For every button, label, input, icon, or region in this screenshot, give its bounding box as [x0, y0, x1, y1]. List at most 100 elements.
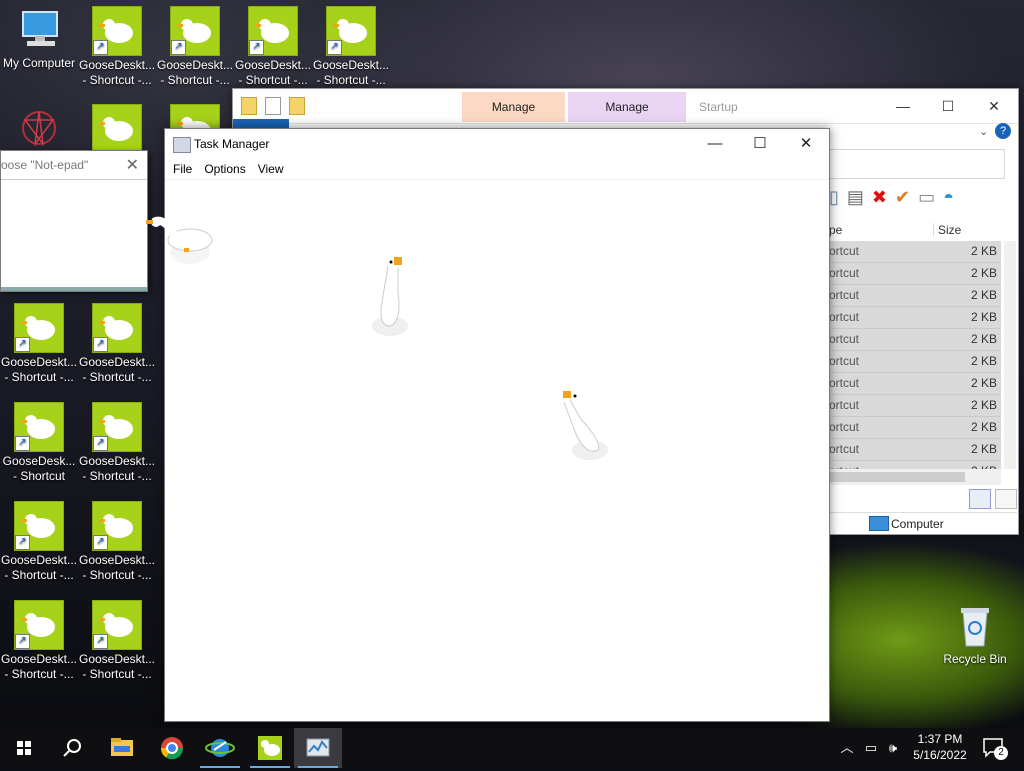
task-manager-titlebar[interactable]: Task Manager — ☐ ✕: [165, 129, 829, 159]
vertical-scrollbar[interactable]: [1004, 241, 1016, 469]
delete-icon[interactable]: ✖: [872, 187, 887, 208]
item-size: 2 KB: [970, 310, 997, 324]
list-item[interactable]: ortcut 2 KB: [829, 439, 1001, 461]
goose-shortcut-label: GooseDeskt... - Shortcut -...: [0, 652, 78, 681]
goose-shortcut-label: GooseDeskt... - Shortcut -...: [156, 58, 234, 87]
goose-shortcut[interactable]: ↗ GooseDeskt... - Shortcut -...: [0, 303, 78, 391]
goose-shortcut[interactable]: ↗ GooseDeskt... - Shortcut -...: [0, 501, 78, 589]
shortcut-arrow-icon: ↗: [327, 40, 342, 55]
item-size: 2 KB: [970, 288, 997, 302]
goose-shortcut-label: GooseDeskt... - Shortcut -...: [78, 58, 156, 87]
item-type: ortcut: [829, 288, 860, 302]
goose-icon: [92, 104, 142, 154]
view-toggle: [969, 489, 1017, 509]
tab-startup[interactable]: Startup: [699, 92, 738, 122]
scrollbar-thumb[interactable]: [829, 472, 965, 482]
goose-shortcut[interactable]: ↗ GooseDeskt... - Shortcut -...: [78, 600, 156, 688]
item-size: 2 KB: [970, 266, 997, 280]
navigation-location: Computer: [829, 512, 1017, 535]
windows-start-icon: [17, 741, 31, 755]
location-label[interactable]: Computer: [891, 517, 944, 531]
recycle-bin-icon: [951, 602, 999, 650]
search-input[interactable]: [829, 149, 1005, 179]
list-item[interactable]: ortcut 2 KB: [829, 373, 1001, 395]
menu-options[interactable]: Options: [198, 159, 251, 179]
taskbar-goose-desktop[interactable]: [246, 728, 294, 768]
volume-icon[interactable]: 🕪: [883, 728, 903, 768]
rename-icon[interactable]: ▭: [918, 187, 935, 208]
list-item[interactable]: ortcut 2 KB: [829, 351, 1001, 373]
task-manager-window[interactable]: Task Manager — ☐ ✕ File Options View: [164, 128, 830, 722]
list-item[interactable]: ortcut 2 KB: [829, 241, 1001, 263]
menu-file[interactable]: File: [167, 159, 198, 179]
search-button[interactable]: [48, 728, 96, 768]
folder-icon[interactable]: [241, 97, 257, 115]
taskbar-file-explorer[interactable]: [98, 728, 146, 768]
quick-access-toolbar: [241, 97, 321, 115]
help-icon[interactable]: ?: [995, 123, 1011, 139]
close-button[interactable]: ✕: [783, 129, 829, 159]
minimize-button[interactable]: —: [880, 92, 926, 120]
list-item[interactable]: ortcut 2 KB: [829, 395, 1001, 417]
computer-icon: [15, 6, 63, 54]
properties-icon[interactable]: [265, 97, 281, 115]
goose-shortcut[interactable]: ↗ GooseDeskt... - Shortcut -...: [156, 6, 234, 94]
goose-icon: ↗: [248, 6, 298, 56]
taskbar-chrome[interactable]: [148, 728, 196, 768]
taskbar-task-manager[interactable]: [294, 728, 342, 768]
goose-shortcut[interactable]: ↗ GooseDeskt... - Shortcut -...: [78, 402, 156, 490]
recycle-bin-shortcut[interactable]: Recycle Bin: [936, 602, 1014, 690]
details-view-icon[interactable]: [969, 489, 991, 509]
goose-shortcut[interactable]: ↗ GooseDeskt... - Shortcut -...: [78, 6, 156, 94]
task-manager-icon: [306, 738, 330, 757]
goose-shortcut[interactable]: ↗ GooseDesk... - Shortcut: [0, 402, 78, 490]
taskbar-internet-explorer[interactable]: [196, 728, 244, 768]
close-icon[interactable]: ✕: [126, 155, 139, 175]
shell-icon[interactable]: ◓: [943, 187, 954, 208]
item-size: 2 KB: [970, 244, 997, 258]
system-clock[interactable]: 1:37 PM 5/16/2022: [902, 731, 978, 763]
horizontal-scrollbar[interactable]: [829, 469, 1001, 485]
goose-sprite[interactable]: [368, 252, 418, 342]
list-item[interactable]: ortcut 2 KB: [829, 285, 1001, 307]
column-size[interactable]: Size: [933, 223, 961, 237]
expand-ribbon-icon[interactable]: ⌄: [979, 125, 988, 138]
goose-icon: [258, 736, 282, 760]
goose-sprite[interactable]: [146, 212, 216, 270]
tab-manage-shortcut[interactable]: Manage: [462, 92, 565, 122]
item-type: ortcut: [829, 420, 860, 434]
goose-sprite[interactable]: [558, 386, 618, 466]
minimize-button[interactable]: —: [692, 129, 738, 159]
list-item[interactable]: ortcut 2 KB: [829, 329, 1001, 351]
network-icon[interactable]: ▭: [860, 728, 882, 768]
chevron-down-icon[interactable]: [313, 97, 321, 113]
goose-shortcut[interactable]: ↗ GooseDeskt... - Shortcut -...: [78, 303, 156, 391]
list-item[interactable]: ortcut 2 KB: [829, 263, 1001, 285]
my-computer-shortcut[interactable]: My Computer: [0, 6, 78, 94]
show-hidden-icons-button[interactable]: ︿: [838, 728, 856, 768]
list-item[interactable]: ortcut 2 KB: [829, 307, 1001, 329]
action-center-button[interactable]: 2: [982, 736, 1008, 760]
new-folder-icon[interactable]: [289, 97, 305, 115]
notepad-dialog-window[interactable]: oose "Not-epad" ✕: [0, 150, 148, 292]
large-icons-view-icon[interactable]: [995, 489, 1017, 509]
copy-icon[interactable]: ▯: [829, 187, 839, 208]
goose-shortcut[interactable]: ↗ GooseDeskt... - Shortcut -...: [312, 6, 390, 94]
red-app-shortcut[interactable]: [0, 104, 78, 154]
goose-shortcut[interactable]: ↗ GooseDeskt... - Shortcut -...: [78, 501, 156, 589]
start-button[interactable]: [0, 728, 48, 768]
maximize-button[interactable]: ☐: [737, 129, 783, 159]
paste-icon[interactable]: ▤: [847, 187, 864, 208]
column-type[interactable]: pe: [829, 223, 842, 237]
maximize-button[interactable]: ☐: [925, 92, 971, 120]
list-item[interactable]: ortcut 2 KB: [829, 417, 1001, 439]
goose-shortcut[interactable]: [78, 104, 156, 154]
goose-shortcut[interactable]: ↗ GooseDeskt... - Shortcut -...: [0, 600, 78, 688]
close-button[interactable]: ✕: [971, 92, 1017, 120]
window-title: Task Manager: [194, 137, 270, 151]
menu-view[interactable]: View: [252, 159, 290, 179]
goose-shortcut[interactable]: ↗ GooseDeskt... - Shortcut -...: [234, 6, 312, 94]
tab-manage-application[interactable]: Manage: [568, 92, 686, 122]
check-icon[interactable]: ✔: [895, 187, 910, 208]
shortcut-arrow-icon: ↗: [15, 337, 30, 352]
